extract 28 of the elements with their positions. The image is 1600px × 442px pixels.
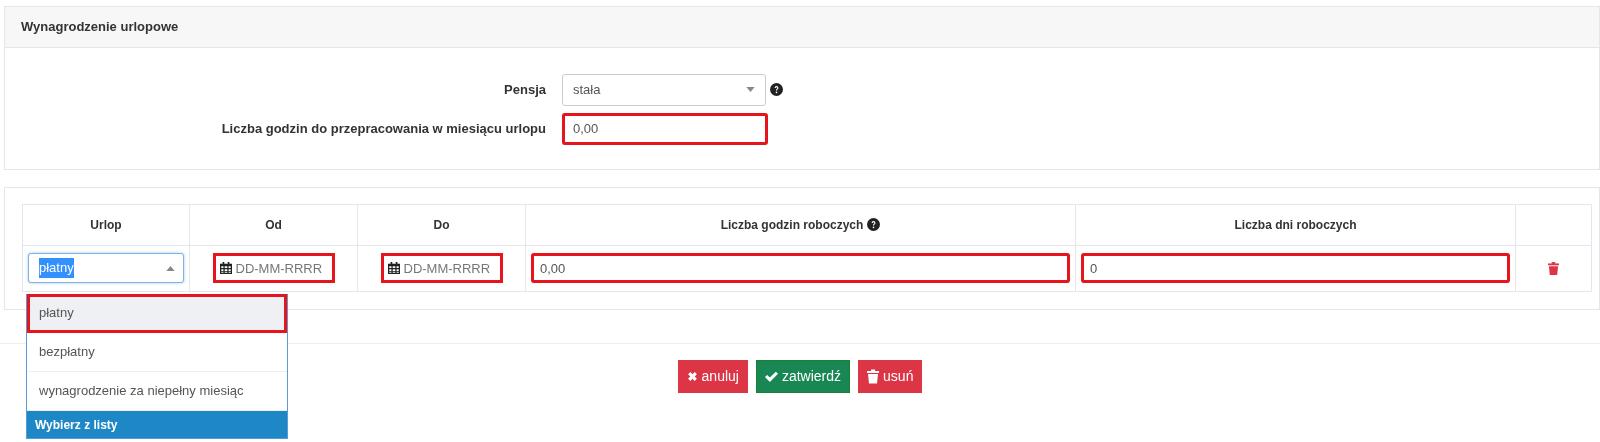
- dropdown-option[interactable]: bezpłatny: [27, 333, 287, 372]
- column-header: Do: [433, 216, 450, 234]
- column-header: Liczba godzin roboczych: [720, 216, 864, 234]
- select-field[interactable]: stała: [562, 73, 766, 106]
- trash-icon: [1548, 262, 1559, 276]
- check-icon: [764, 370, 778, 382]
- trash-icon: [867, 368, 880, 384]
- cancel-button[interactable]: anuluj: [677, 359, 748, 393]
- text-input[interactable]: 0,00: [562, 112, 768, 145]
- delete-button[interactable]: [1548, 262, 1559, 276]
- caret-icon: [746, 87, 755, 92]
- dropdown-option[interactable]: płatny: [27, 294, 287, 333]
- field-label: Liczba godzin do przepracowania w miesiącu urlopu: [220, 119, 546, 138]
- calendar-icon: [219, 262, 232, 274]
- text-input[interactable]: 0: [1081, 253, 1510, 283]
- column-header: Urlop: [90, 216, 122, 234]
- text-input[interactable]: 0,00: [531, 253, 1070, 283]
- field-label: Pensja: [503, 80, 546, 99]
- date-field[interactable]: DD-MM-RRRR: [212, 253, 335, 283]
- date-field[interactable]: DD-MM-RRRR: [380, 253, 503, 283]
- column-header: Liczba dni roboczych: [1234, 216, 1357, 234]
- delete-button[interactable]: usuń: [858, 359, 923, 393]
- dropdown-footer: Wybierz z listy: [27, 411, 287, 438]
- panel-title: Wynagrodzenie urlopowe: [5, 7, 1599, 48]
- column-header: Od: [265, 216, 282, 234]
- close-icon: [686, 370, 698, 382]
- calendar-icon: [387, 262, 400, 274]
- confirm-button[interactable]: zatwierdź: [755, 359, 851, 393]
